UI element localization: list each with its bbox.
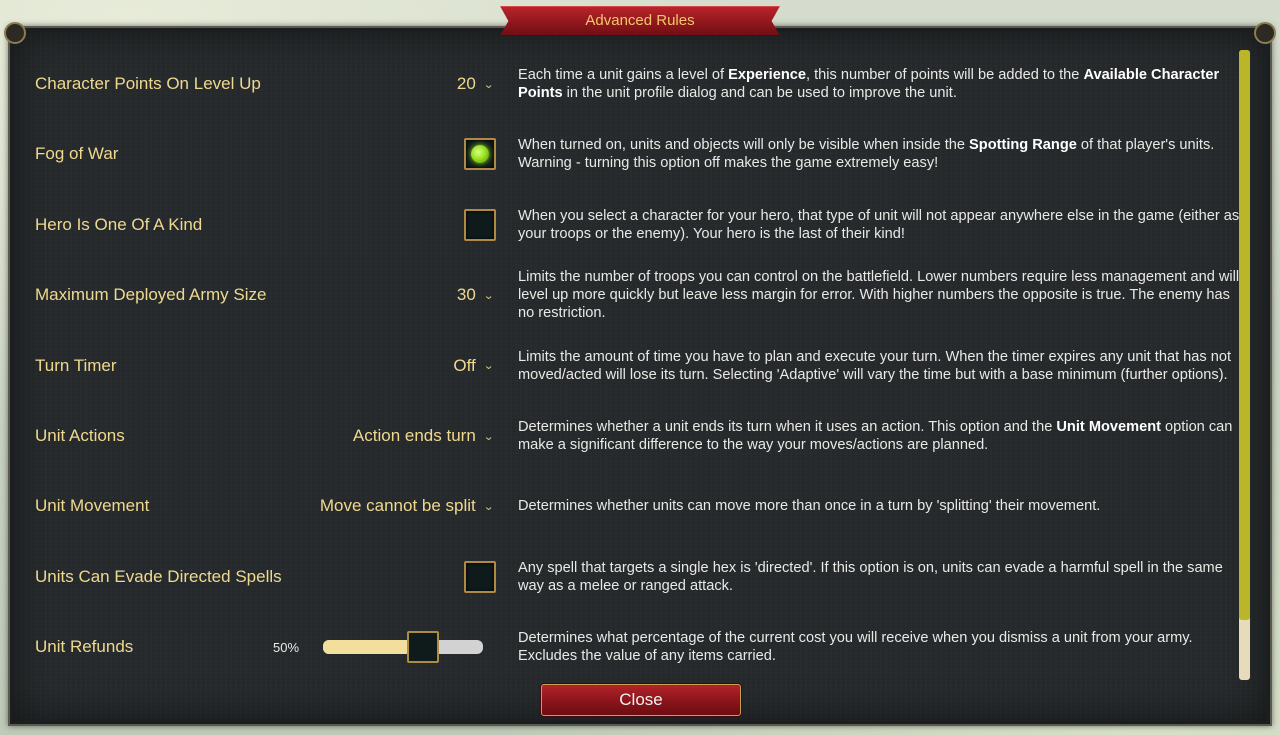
- rule-description: Determines whether units can move more t…: [518, 471, 1243, 541]
- slider-value: 50%: [273, 639, 300, 655]
- rule-row: Turn Timer Off ⌄ Limits the amount of time …: [28, 331, 1238, 401]
- description-text: Determines whether units can move more t…: [518, 498, 1101, 515]
- rule-label: Hero Is One Of A Kind: [35, 214, 203, 234]
- description-keyword: Spotting Range: [969, 137, 1077, 154]
- rule-description: When you select a character for your her…: [518, 190, 1243, 260]
- description-text: Limits the number of troops you can cont…: [518, 269, 1240, 322]
- rule-description: Limits the amount of time you have to pl…: [518, 331, 1243, 401]
- rule-label: Units Can Evade Directed Spells: [35, 566, 282, 586]
- rule-description: Each time a unit gains a level of Experi…: [518, 49, 1243, 119]
- description-text: , this number of points will be added to…: [806, 67, 1084, 83]
- rule-dropdown[interactable]: Action ends turn ⌄: [352, 401, 494, 471]
- rule-dropdown[interactable]: Move cannot be split ⌄: [319, 471, 494, 541]
- dropdown-value: Action ends turn: [352, 426, 476, 445]
- dropdown-value: Off: [453, 355, 476, 375]
- rule-description: Limits the number of troops you can cont…: [518, 260, 1243, 330]
- refund-slider[interactable]: [323, 631, 483, 664]
- green-orb-icon: [471, 145, 489, 164]
- close-button[interactable]: Close: [541, 684, 741, 716]
- description-text: Limits the amount of time you have to pl…: [518, 348, 1232, 383]
- rule-label: Unit Movement: [35, 496, 150, 516]
- rule-row: Units Can Evade Directed Spells Any spell…: [28, 542, 1238, 612]
- chevron-down-icon: ⌄: [482, 500, 494, 513]
- dropdown-value: Move cannot be split: [319, 496, 476, 516]
- description-text: Determines whether a unit ends its turn …: [518, 419, 1057, 435]
- chevron-down-icon: ⌄: [482, 430, 494, 443]
- rule-label: Character Points On Level Up: [35, 74, 261, 93]
- rule-label: Unit Actions: [35, 426, 125, 445]
- description-text: Each time a unit gains a level of: [518, 67, 729, 83]
- rule-dropdown[interactable]: 30 ⌄: [456, 260, 494, 330]
- rule-checkbox[interactable]: [464, 208, 496, 241]
- rule-row: Unit Refunds 50% Determines what percentag…: [28, 612, 1238, 682]
- corner-ornament-icon: [4, 22, 26, 44]
- dropdown-value: 20: [456, 74, 476, 93]
- rule-row: Unit Movement Move cannot be split ⌄ Determ…: [28, 471, 1238, 541]
- scrollbar-thumb[interactable]: [1239, 50, 1250, 620]
- rule-label: Unit Refunds: [35, 637, 134, 657]
- scrollbar[interactable]: [1239, 50, 1250, 680]
- rule-row: Maximum Deployed Army Size 30 ⌄ Limits the …: [28, 260, 1239, 330]
- rule-row: Fog of War When turned on, units and obje…: [28, 119, 1238, 189]
- rule-label: Maximum Deployed Army Size: [35, 285, 267, 305]
- description-keyword: Experience: [728, 67, 806, 83]
- description-text: When turned on, units and objects will o…: [518, 137, 970, 154]
- description-keyword: Unit Movement: [1056, 419, 1161, 435]
- rule-label: Fog of War: [35, 144, 119, 164]
- description-text: Determines what percentage of the curren…: [518, 630, 1193, 665]
- chevron-down-icon: ⌄: [482, 78, 494, 91]
- chevron-down-icon: ⌄: [482, 289, 494, 302]
- rule-checkbox[interactable]: [464, 138, 496, 171]
- rule-description: Determines whether a unit ends its turn …: [518, 401, 1243, 471]
- rule-row: Unit Actions Action ends turn ⌄ Determines …: [28, 401, 1238, 471]
- rule-description: Determines what percentage of the curren…: [518, 612, 1243, 682]
- description-text: Any spell that targets a single hex is '…: [518, 559, 1223, 594]
- rule-description: Any spell that targets a single hex is '…: [518, 542, 1243, 612]
- rule-checkbox[interactable]: [464, 560, 496, 593]
- description-text: in the unit profile dialog and can be us…: [562, 85, 957, 101]
- corner-ornament-icon: [1254, 22, 1276, 44]
- rule-label: Turn Timer: [35, 355, 117, 375]
- dropdown-value: 30: [456, 285, 476, 305]
- rule-dropdown[interactable]: 20 ⌄: [456, 49, 494, 119]
- chevron-down-icon: ⌄: [482, 360, 494, 373]
- description-text: When you select a character for your her…: [518, 207, 1240, 242]
- rule-row: Character Points On Level Up 20 ⌄ Each time…: [28, 49, 1238, 119]
- rule-description: When turned on, units and objects will o…: [518, 119, 1243, 189]
- slider-thumb[interactable]: [407, 631, 439, 664]
- advanced-rules-dialog: Character Points On Level Up 20 ⌄ Each time…: [4, 22, 1276, 726]
- rule-dropdown[interactable]: Off ⌄: [453, 331, 494, 401]
- dialog-title: Advanced Rules: [500, 6, 780, 36]
- rule-row: Hero Is One Of A Kind When you select a c…: [28, 190, 1239, 260]
